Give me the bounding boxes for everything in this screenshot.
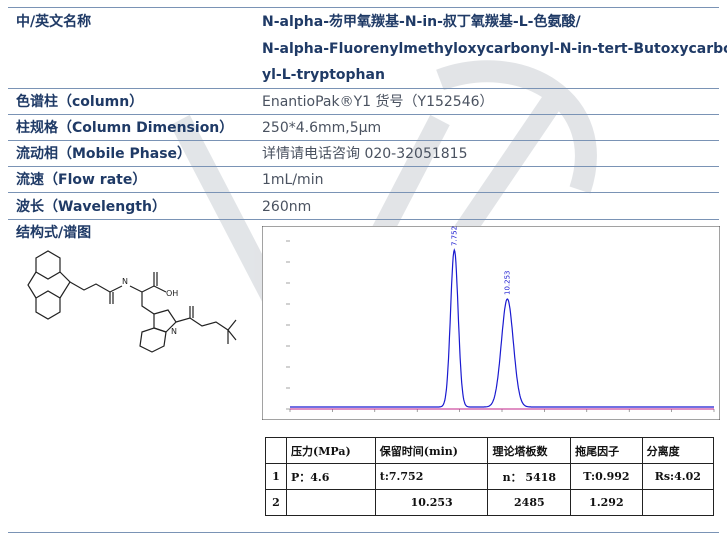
flow-rate-label: 流速（Flow rate）: [16, 172, 147, 188]
table-row: 1 P：4.6 t:7.752 n： 5418 T:0.992 Rs:4.02: [265, 463, 715, 490]
table-cell: t:7.752: [374, 463, 489, 490]
table-cell: Rs:4.02: [641, 463, 715, 490]
table-cell: P：4.6: [286, 463, 376, 490]
row-separator: [8, 114, 719, 115]
table-cell: 2: [265, 489, 287, 516]
table-cell: [641, 489, 715, 516]
table-cell: 1: [265, 463, 287, 490]
table-header-cell: 分离度: [641, 437, 715, 464]
row-separator: [8, 88, 719, 89]
wavelength-value: 260nm: [262, 199, 312, 215]
column-value: EnantioPak®Y1 货号（Y152546）: [262, 94, 494, 110]
dimension-label: 柱规格（Column Dimension）: [16, 120, 234, 136]
table-header-row: 压力(MPa) 保留时间(min) 理论塔板数 拖尾因子 分离度: [265, 437, 715, 464]
row-separator: [8, 166, 719, 167]
table-header-cell: 保留时间(min): [374, 437, 489, 464]
table-cell: [286, 489, 376, 516]
name-label: 中/英文名称: [16, 14, 92, 30]
structure-label: 结构式/谱图: [16, 225, 92, 241]
svg-text:N: N: [171, 327, 177, 336]
oh-text: OH: [166, 289, 178, 298]
row-separator: [8, 192, 719, 193]
mobile-phase-label: 流动相（Mobile Phase）: [16, 146, 192, 162]
peak-label: 7.752: [450, 226, 458, 246]
flow-rate-value: 1mL/min: [262, 172, 324, 188]
dimension-value: 250*4.6mm,5μm: [262, 120, 382, 136]
name-value-cn: N-alpha-芴甲氧羰基-N-in-叔丁氧羰基-L-色氨酸/: [262, 14, 581, 30]
svg-text:N: N: [122, 277, 128, 286]
chemical-structure-image: N OH N: [27, 250, 237, 353]
table-cell: 2485: [487, 489, 572, 516]
chromatogram-chart: 7.752 10.253: [262, 226, 720, 420]
table-header-cell: 压力(MPa): [286, 437, 376, 464]
table-header-cell: 理论塔板数: [487, 437, 572, 464]
table-cell: T:0.992: [570, 463, 643, 490]
row-separator: [8, 140, 719, 141]
row-separator: [8, 7, 719, 8]
table-row: 2 10.253 2485 1.292: [265, 489, 715, 516]
table-cell: 1.292: [570, 489, 643, 516]
table-cell: 10.253: [374, 489, 489, 516]
table-cell: n： 5418: [487, 463, 572, 490]
mobile-phase-value: 详情请电话咨询 020-32051815: [262, 146, 468, 162]
row-separator: [8, 532, 719, 533]
name-value-en-2: yl-L-tryptophan: [262, 67, 385, 83]
name-value-en-1: N-alpha-Fluorenylmethyloxycarbonyl-N-in-…: [262, 41, 727, 57]
results-table: 压力(MPa) 保留时间(min) 理论塔板数 拖尾因子 分离度 1 P：4.6…: [265, 437, 715, 516]
column-label: 色谱柱（column）: [16, 94, 144, 110]
peak-label: 10.253: [503, 271, 511, 296]
row-separator: [8, 219, 719, 220]
table-header-cell: 拖尾因子: [570, 437, 643, 464]
wavelength-label: 波长（Wavelength）: [16, 199, 166, 215]
table-header-cell: [265, 437, 287, 464]
